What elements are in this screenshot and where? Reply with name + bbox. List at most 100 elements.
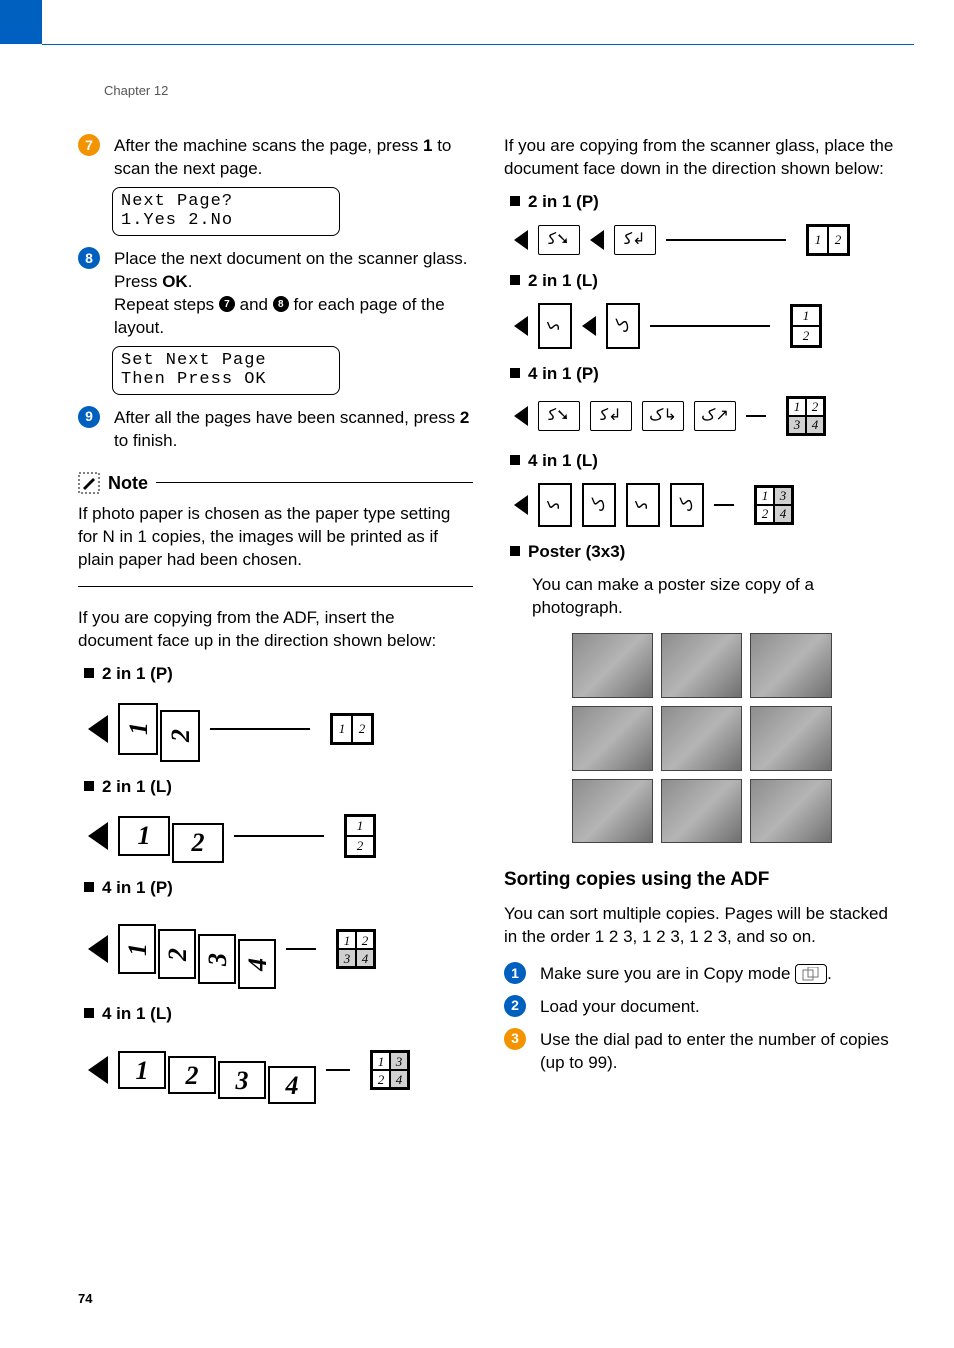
pencil-note-icon xyxy=(78,472,100,494)
adf-intro-text: If you are copying from the ADF, insert … xyxy=(78,607,473,653)
lcd-next-page: Next Page? 1.Yes 2.No xyxy=(112,187,340,236)
page-number: 74 xyxy=(78,1290,92,1308)
layout-4in1-l: 4 in 1 (L) xyxy=(84,1003,473,1026)
key-ok: OK xyxy=(162,272,188,291)
step-badge-9: 9 xyxy=(78,406,100,428)
flow-line xyxy=(650,325,770,327)
square-bullet-icon xyxy=(84,668,94,678)
diagram-4in1-p-glass: ﮐ➘ ﮐ↲ ک↳ ک↗ 1234 xyxy=(514,396,899,436)
layout-2in1-p-glass: 2 in 1 (P) xyxy=(510,191,899,214)
note-title: Note xyxy=(108,471,148,495)
note-end-rule xyxy=(78,586,473,587)
poster-text: You can make a poster size copy of a pho… xyxy=(532,574,899,620)
diagram-4in1-l-glass: ﮐ ک ﮐ ک 1324 xyxy=(514,483,899,527)
sorting-intro: You can sort multiple copies. Pages will… xyxy=(504,903,899,949)
flow-line xyxy=(210,728,310,730)
layout-4in1-l-glass: 4 in 1 (L) xyxy=(510,450,899,473)
lcd-line: Set Next Page xyxy=(121,351,331,371)
diagram-2in1-l-glass: ﮐ ک 12 xyxy=(514,303,899,349)
lcd-line: Next Page? xyxy=(121,192,331,212)
right-column: If you are copying from the scanner glas… xyxy=(504,135,899,1081)
layout-label: 4 in 1 (P) xyxy=(102,877,173,900)
poster-grid-icon xyxy=(572,633,832,843)
copy-mode-icon xyxy=(795,964,827,984)
flow-line xyxy=(746,415,766,417)
square-bullet-icon xyxy=(84,882,94,892)
layout-label: Poster (3x3) xyxy=(528,541,625,564)
feed-arrow-icon xyxy=(590,230,604,250)
step-badge-2: 2 xyxy=(504,995,526,1017)
square-bullet-icon xyxy=(510,368,520,378)
layout-2in1-l-glass: 2 in 1 (L) xyxy=(510,270,899,293)
square-bullet-icon xyxy=(84,1008,94,1018)
feed-arrow-icon xyxy=(88,935,108,963)
diagram-2in1-p-glass: ﮐ➘ ﮐ↲ 12 xyxy=(514,224,899,256)
layout-4in1-p-glass: 4 in 1 (P) xyxy=(510,363,899,386)
text: After the machine scans the page, press xyxy=(114,136,423,155)
ref-step-8-icon: 8 xyxy=(273,296,289,312)
step-9-text: After all the pages have been scanned, p… xyxy=(114,407,473,453)
note-body: If photo paper is chosen as the paper ty… xyxy=(78,503,473,572)
layout-label: 2 in 1 (L) xyxy=(102,776,172,799)
feed-arrow-icon xyxy=(514,406,528,426)
layout-label: 4 in 1 (L) xyxy=(528,450,598,473)
step-8-text: Place the next document on the scanner g… xyxy=(114,248,473,340)
sorting-heading: Sorting copies using the ADF xyxy=(504,867,899,893)
text: to finish. xyxy=(114,431,177,450)
step-8: 8 Place the next document on the scanner… xyxy=(78,248,473,340)
square-bullet-icon xyxy=(510,455,520,465)
layout-4in1-p: 4 in 1 (P) xyxy=(84,877,473,900)
text: and xyxy=(235,295,273,314)
diagram-4in1-l-adf: 1 2 3 4 1324 xyxy=(88,1036,473,1104)
text: After all the pages have been scanned, p… xyxy=(114,408,460,427)
layout-label: 2 in 1 (P) xyxy=(528,191,599,214)
feed-arrow-icon xyxy=(88,822,108,850)
step-badge-3: 3 xyxy=(504,1028,526,1050)
left-column: 7 After the machine scans the page, pres… xyxy=(78,135,473,1118)
feed-arrow-icon xyxy=(88,1056,108,1084)
flow-line xyxy=(286,948,316,950)
sort-step-1: 1 Make sure you are in Copy mode . xyxy=(504,963,899,986)
flow-line xyxy=(714,504,734,506)
note-header: Note xyxy=(78,471,473,495)
flow-line xyxy=(234,835,324,837)
diagram-2in1-l-adf: 1 2 12 xyxy=(88,809,473,863)
layout-poster: Poster (3x3) xyxy=(510,541,899,564)
square-bullet-icon xyxy=(510,546,520,556)
header-rule xyxy=(42,44,914,45)
square-bullet-icon xyxy=(510,196,520,206)
lcd-set-next-page: Set Next Page Then Press OK xyxy=(112,346,340,395)
step-7: 7 After the machine scans the page, pres… xyxy=(78,135,473,181)
text: Make sure you are in Copy mode xyxy=(540,964,795,983)
flow-line xyxy=(326,1069,350,1071)
step-9: 9 After all the pages have been scanned,… xyxy=(78,407,473,453)
note-rule xyxy=(156,482,473,483)
feed-arrow-icon xyxy=(514,495,528,515)
layout-2in1-p: 2 in 1 (P) xyxy=(84,663,473,686)
square-bullet-icon xyxy=(510,275,520,285)
feed-arrow-icon xyxy=(514,230,528,250)
step-badge-8: 8 xyxy=(78,247,100,269)
key-2: 2 xyxy=(460,408,469,427)
diagram-4in1-p-adf: 1 2 3 4 1234 xyxy=(88,909,473,989)
text: . xyxy=(827,964,832,983)
step-7-text: After the machine scans the page, press … xyxy=(114,135,473,181)
sort-step-3: 3 Use the dial pad to enter the number o… xyxy=(504,1029,899,1075)
glass-intro-text: If you are copying from the scanner glas… xyxy=(504,135,899,181)
ref-step-7-icon: 7 xyxy=(219,296,235,312)
lcd-line: Then Press OK xyxy=(121,370,331,390)
layout-label: 4 in 1 (L) xyxy=(102,1003,172,1026)
sort-step-3-text: Use the dial pad to enter the number of … xyxy=(540,1029,899,1075)
square-bullet-icon xyxy=(84,781,94,791)
layout-label: 4 in 1 (P) xyxy=(528,363,599,386)
text: Repeat steps xyxy=(114,295,219,314)
sort-step-2: 2 Load your document. xyxy=(504,996,899,1019)
chapter-label: Chapter 12 xyxy=(104,82,168,100)
layout-label: 2 in 1 (P) xyxy=(102,663,173,686)
text: . xyxy=(188,272,193,291)
feed-arrow-icon xyxy=(88,715,108,743)
feed-arrow-icon xyxy=(582,316,596,336)
sort-step-1-text: Make sure you are in Copy mode . xyxy=(540,963,899,986)
layout-2in1-l: 2 in 1 (L) xyxy=(84,776,473,799)
flow-line xyxy=(666,239,786,241)
